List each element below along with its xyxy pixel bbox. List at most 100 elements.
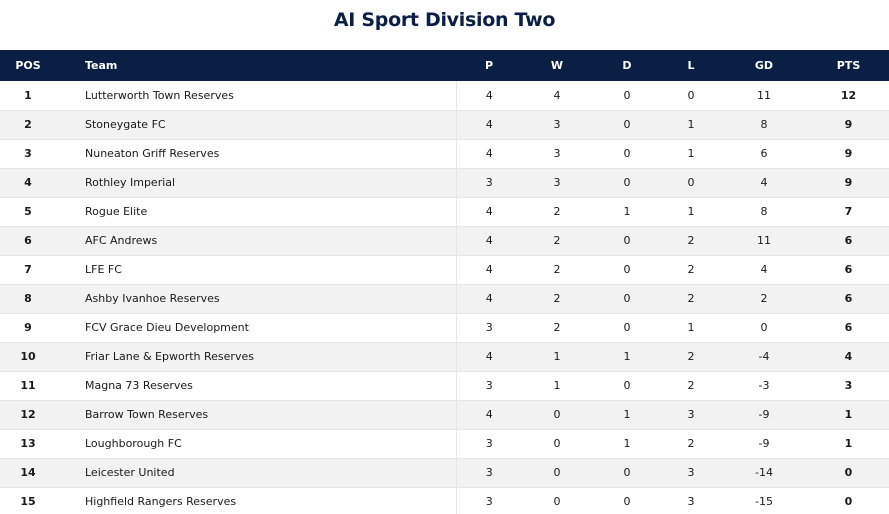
- lost-cell: 1: [662, 110, 720, 140]
- position-cell: 5: [0, 197, 56, 227]
- team-name-cell[interactable]: LFE FC: [56, 255, 456, 285]
- won-cell: 2: [522, 197, 592, 227]
- table-row: 9 FCV Grace Dieu Development 3 2 0 1 0 6: [0, 313, 889, 343]
- position-cell: 11: [0, 371, 56, 401]
- team-name-cell[interactable]: Ashby Ivanhoe Reserves: [56, 284, 456, 314]
- goal-difference-cell: -9: [720, 429, 808, 459]
- goal-difference-cell: 4: [720, 168, 808, 198]
- team-name-cell[interactable]: Stoneygate FC: [56, 110, 456, 140]
- position-cell: 13: [0, 429, 56, 459]
- drawn-cell: 0: [592, 458, 662, 488]
- played-cell: 4: [455, 342, 522, 372]
- drawn-cell: 0: [592, 284, 662, 314]
- points-cell: 9: [808, 168, 889, 198]
- team-name-cell[interactable]: Rothley Imperial: [56, 168, 456, 198]
- played-cell: 3: [455, 458, 522, 488]
- team-name-cell[interactable]: Rogue Elite: [56, 197, 456, 227]
- goal-difference-cell: -14: [720, 458, 808, 488]
- team-name-cell[interactable]: Loughborough FC: [56, 429, 456, 459]
- team-name-cell[interactable]: Barrow Town Reserves: [56, 400, 456, 430]
- position-cell: 15: [0, 487, 56, 514]
- goal-difference-cell: 8: [720, 197, 808, 227]
- goal-difference-cell: 11: [720, 226, 808, 256]
- table-body: 1 Lutterworth Town Reserves 4 4 0 0 11 1…: [0, 81, 889, 514]
- points-cell: 6: [808, 226, 889, 256]
- won-cell: 3: [522, 168, 592, 198]
- won-cell: 2: [522, 313, 592, 343]
- drawn-cell: 1: [592, 342, 662, 372]
- lost-cell: 3: [662, 400, 720, 430]
- points-cell: 9: [808, 139, 889, 169]
- team-name-cell[interactable]: Highfield Rangers Reserves: [56, 487, 456, 514]
- points-cell: 3: [808, 371, 889, 401]
- played-cell: 4: [455, 400, 522, 430]
- won-cell: 3: [522, 110, 592, 140]
- position-cell: 12: [0, 400, 56, 430]
- lost-cell: 1: [662, 139, 720, 169]
- goal-difference-cell: 11: [720, 81, 808, 111]
- table-row: 14 Leicester United 3 0 0 3 -14 0: [0, 458, 889, 488]
- played-cell: 4: [455, 197, 522, 227]
- drawn-cell: 0: [592, 313, 662, 343]
- points-cell: 6: [808, 284, 889, 314]
- team-name-cell[interactable]: Magna 73 Reserves: [56, 371, 456, 401]
- points-cell: 4: [808, 342, 889, 372]
- goal-difference-cell: 0: [720, 313, 808, 343]
- lost-cell: 2: [662, 255, 720, 285]
- drawn-cell: 1: [592, 197, 662, 227]
- points-cell: 0: [808, 487, 889, 514]
- table-row: 10 Friar Lane & Epworth Reserves 4 1 1 2…: [0, 342, 889, 372]
- league-table: POS Team P W D L GD PTS 1 Lutterworth To…: [0, 50, 889, 514]
- position-cell: 14: [0, 458, 56, 488]
- table-row: 2 Stoneygate FC 4 3 0 1 8 9: [0, 110, 889, 140]
- team-name-cell[interactable]: Lutterworth Town Reserves: [56, 81, 456, 111]
- won-cell: 2: [522, 226, 592, 256]
- played-cell: 3: [455, 168, 522, 198]
- col-header-pts: PTS: [836, 59, 861, 72]
- table-row: 11 Magna 73 Reserves 3 1 0 2 -3 3: [0, 371, 889, 401]
- col-header-l: L: [687, 59, 695, 72]
- position-cell: 6: [0, 226, 56, 256]
- goal-difference-cell: 8: [720, 110, 808, 140]
- lost-cell: 2: [662, 342, 720, 372]
- drawn-cell: 0: [592, 255, 662, 285]
- points-cell: 6: [808, 313, 889, 343]
- drawn-cell: 0: [592, 487, 662, 514]
- page-title: AI Sport Division Two: [333, 9, 556, 31]
- drawn-cell: 0: [592, 110, 662, 140]
- points-cell: 6: [808, 255, 889, 285]
- won-cell: 4: [522, 81, 592, 111]
- drawn-cell: 0: [592, 168, 662, 198]
- position-cell: 7: [0, 255, 56, 285]
- col-header-p: P: [484, 59, 494, 72]
- played-cell: 3: [455, 487, 522, 514]
- points-cell: 7: [808, 197, 889, 227]
- position-cell: 1: [0, 81, 56, 111]
- lost-cell: 1: [662, 197, 720, 227]
- team-name-cell[interactable]: Leicester United: [56, 458, 456, 488]
- team-name-cell[interactable]: AFC Andrews: [56, 226, 456, 256]
- drawn-cell: 0: [592, 81, 662, 111]
- team-name-cell[interactable]: Nuneaton Griff Reserves: [56, 139, 456, 169]
- position-cell: 8: [0, 284, 56, 314]
- table-row: 4 Rothley Imperial 3 3 0 0 4 9: [0, 168, 889, 198]
- points-cell: 9: [808, 110, 889, 140]
- won-cell: 0: [522, 429, 592, 459]
- drawn-cell: 1: [592, 400, 662, 430]
- table-row: 1 Lutterworth Town Reserves 4 4 0 0 11 1…: [0, 81, 889, 111]
- played-cell: 3: [455, 371, 522, 401]
- won-cell: 1: [522, 342, 592, 372]
- played-cell: 3: [455, 429, 522, 459]
- table-header-row: POS Team P W D L GD PTS: [0, 50, 889, 81]
- played-cell: 4: [455, 110, 522, 140]
- lost-cell: 1: [662, 313, 720, 343]
- lost-cell: 0: [662, 168, 720, 198]
- col-header-gd: GD: [754, 59, 774, 72]
- goal-difference-cell: -15: [720, 487, 808, 514]
- team-name-cell[interactable]: FCV Grace Dieu Development: [56, 313, 456, 343]
- position-cell: 4: [0, 168, 56, 198]
- team-name-cell[interactable]: Friar Lane & Epworth Reserves: [56, 342, 456, 372]
- points-cell: 12: [808, 81, 889, 111]
- won-cell: 3: [522, 139, 592, 169]
- drawn-cell: 0: [592, 371, 662, 401]
